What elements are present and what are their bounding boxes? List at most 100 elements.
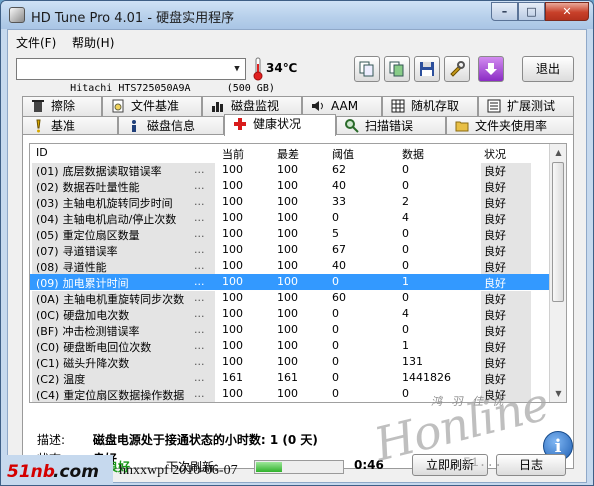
tab-random-access[interactable]: 随机存取 [382, 96, 478, 116]
tab-aam[interactable]: AAM [302, 96, 382, 116]
copy-text-button[interactable] [354, 56, 380, 82]
download-button[interactable] [478, 56, 504, 82]
table-row[interactable]: (09) 加电累计时间... 100 100 0 1 良好 [30, 274, 550, 290]
tab-health[interactable]: 健康状况 [224, 114, 336, 136]
table-header: ID 当前 最差 阈值 数据 状况 [30, 144, 566, 162]
svg-text:51nb: 51nb [7, 462, 55, 482]
scroll-down-arrow-icon[interactable]: ▼ [550, 385, 566, 402]
col-data[interactable]: 数据 [402, 146, 424, 162]
smart-attribute-name: (02) 数据吞吐量性能 [32, 179, 215, 195]
worst-value: 100 [277, 163, 298, 176]
table-row[interactable]: (0C) 硬盘加电次数... 100 100 0 4 良好 [30, 306, 550, 323]
title-bar[interactable]: HD Tune Pro 4.01 - 硬盘实用程序 – □ ✕ [1, 1, 593, 29]
attribute-id: (BF) [36, 325, 59, 338]
status-value: 良好 [481, 339, 531, 355]
row-dots: ... [194, 195, 205, 208]
tab-extra-tests[interactable]: 扩展测试 [478, 96, 574, 116]
row-dots: ... [194, 163, 205, 176]
options-button[interactable] [444, 56, 470, 82]
threshold-value: 33 [332, 195, 346, 208]
thermometer-icon [253, 57, 263, 81]
table-row[interactable]: (04) 主轴电机启动/停止次数... 100 100 0 4 良好 [30, 210, 550, 227]
attribute-label: 重定位扇区数据操作数据 [63, 389, 185, 402]
tab-info[interactable]: 磁盘信息 [118, 116, 224, 136]
threshold-value: 0 [332, 339, 339, 352]
tab-label: 文件夹使用率 [475, 119, 548, 133]
worst-value: 100 [277, 275, 298, 288]
menu-bar: 文件(F) 帮助(H) [8, 30, 586, 52]
table-row[interactable]: (C0) 硬盘断电回位次数... 100 100 0 1 良好 [30, 338, 550, 355]
tab-error-scan[interactable]: 扫描错误 [336, 116, 446, 136]
table-row[interactable]: (BF) 冲击检测错误率... 100 100 0 0 良好 [30, 322, 550, 339]
col-current[interactable]: 当前 [222, 146, 244, 162]
col-status[interactable]: 状况 [484, 146, 506, 162]
drive-select[interactable]: Hitachi HTS725050A9A (500 GB) ▼ [16, 58, 275, 94]
table-row[interactable]: (0A) 主轴电机重旋转同步次数... 100 100 60 0 良好 [30, 290, 550, 307]
attribute-label: 磁头升降次数 [63, 357, 130, 370]
log-button[interactable]: 日志 [496, 454, 566, 476]
table-row[interactable]: (05) 重定位扇区数量... 100 100 5 0 良好 [30, 226, 550, 243]
current-value: 161 [222, 371, 243, 384]
attribute-id: (05) [36, 229, 59, 242]
threshold-value: 60 [332, 291, 346, 304]
status-value: 良好 [481, 259, 531, 275]
col-worst[interactable]: 最差 [277, 146, 299, 162]
current-value: 100 [222, 291, 243, 304]
table-row[interactable]: (01) 底层数据读取错误率... 100 100 62 0 良好 [30, 162, 550, 179]
threshold-value: 0 [332, 355, 339, 368]
status-value: 良好 [481, 307, 531, 323]
current-value: 100 [222, 259, 243, 272]
data-value: 0 [402, 259, 409, 272]
refresh-progress [254, 460, 344, 474]
worst-value: 100 [277, 259, 298, 272]
worst-value: 100 [277, 195, 298, 208]
tab-label: 磁盘信息 [147, 119, 196, 133]
floppy-disk-icon [420, 62, 434, 76]
row-dots: ... [194, 387, 205, 400]
arrow-down-icon [485, 63, 497, 75]
bar-chart-icon [212, 102, 223, 112]
table-row[interactable]: (C2) 温度... 161 161 0 1441826 良好 [30, 370, 550, 387]
table-row[interactable]: (02) 数据吞吐量性能... 100 100 40 0 良好 [30, 178, 550, 195]
vertical-scrollbar[interactable]: ▲ ▼ [549, 144, 566, 402]
data-value: 0 [402, 179, 409, 192]
menu-file[interactable]: 文件(F) [16, 34, 56, 51]
status-value: 良好 [481, 243, 531, 259]
scroll-up-arrow-icon[interactable]: ▲ [550, 144, 566, 161]
current-value: 100 [222, 275, 243, 288]
close-button[interactable]: ✕ [545, 2, 589, 21]
file-clock-icon [112, 99, 124, 113]
tab-label: 扩展测试 [507, 99, 556, 113]
svg-text:.com: .com [53, 462, 99, 482]
copy-screenshot-button[interactable] [384, 56, 410, 82]
save-button[interactable] [414, 56, 440, 82]
menu-help[interactable]: 帮助(H) [72, 34, 114, 51]
table-row[interactable]: (07) 寻道错误率... 100 100 67 0 良好 [30, 242, 550, 259]
tab-disk-monitor[interactable]: 磁盘监视 [202, 96, 302, 116]
row-dots: ... [194, 243, 205, 256]
data-value: 0 [402, 227, 409, 240]
col-threshold[interactable]: 阈值 [332, 146, 354, 162]
desc-value: 磁盘电源处于接通状态的小时数: 1 (0 天) [92, 433, 318, 447]
tab-benchmark[interactable]: 基准 [22, 116, 118, 136]
row-dots: ... [194, 323, 205, 336]
row-dots: ... [194, 275, 205, 288]
table-row[interactable]: (C1) 磁头升降次数... 100 100 0 131 良好 [30, 354, 550, 371]
col-id[interactable]: ID [36, 146, 48, 159]
exit-button[interactable]: 退出 [522, 56, 574, 82]
maximize-button[interactable]: □ [518, 2, 545, 21]
desc-label: 描述: [37, 433, 66, 447]
tab-file-benchmark[interactable]: 文件基准 [102, 96, 202, 116]
scroll-thumb[interactable] [552, 162, 564, 302]
table-row[interactable]: (08) 寻道性能... 100 100 40 0 良好 [30, 258, 550, 275]
current-value: 100 [222, 243, 243, 256]
attribute-id: (0A) [36, 293, 60, 306]
table-row[interactable]: (03) 主轴电机旋转同步时间... 100 100 33 2 良好 [30, 194, 550, 211]
tab-erase[interactable]: 擦除 [22, 96, 102, 116]
smart-attribute-name: (C0) 硬盘断电回位次数 [32, 339, 215, 355]
row-dots: ... [194, 259, 205, 272]
tab-folder-usage[interactable]: 文件夹使用率 [446, 116, 574, 136]
minimize-button[interactable]: – [491, 2, 518, 21]
tab-label: 随机存取 [411, 99, 460, 113]
smart-attribute-name: (05) 重定位扇区数量 [32, 227, 215, 243]
